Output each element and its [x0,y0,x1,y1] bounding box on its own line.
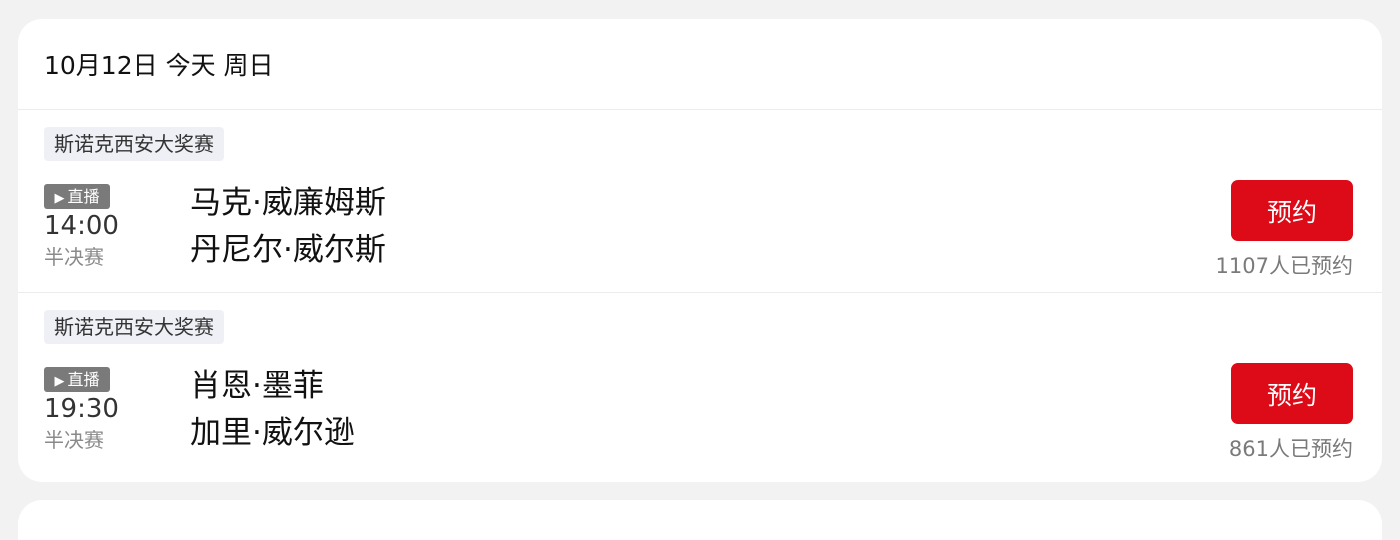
player-two-name: 加里·威尔逊 [190,415,355,451]
player-one-name: 马克·威廉姆斯 [190,185,386,221]
player-one-name: 肖恩·墨菲 [190,368,324,404]
date-header: 10月12日 今天 周日 [18,19,1382,110]
match-time: 19:30 [44,394,119,424]
live-badge: ▶ 直播 [44,184,110,209]
reserve-button[interactable]: 预约 [1231,180,1353,241]
play-icon: ▶ [54,374,65,389]
match-stage: 半决赛 [44,245,104,269]
reserve-button[interactable]: 预约 [1231,363,1353,424]
tournament-tag: 斯诺克西安大奖赛 [44,310,224,344]
live-badge-label: 直播 [67,187,100,206]
match-stage: 半决赛 [44,428,104,452]
schedule-day-card: 10月12日 今天 周日 斯诺克西安大奖赛 ▶ 直播 14:00 半决赛 马克·威… [18,19,1382,482]
reserve-count: 1107人已预约 [1215,254,1353,278]
tournament-tag: 斯诺克西安大奖赛 [44,127,224,161]
reserve-count: 861人已预约 [1228,437,1353,461]
live-badge: ▶ 直播 [44,367,110,392]
next-card [18,500,1382,540]
play-icon: ▶ [54,191,65,206]
match-item[interactable]: 斯诺克西安大奖赛 ▶ 直播 19:30 半决赛 肖恩·墨菲 加里·威尔逊 预约 8… [18,292,1382,474]
player-two-name: 丹尼尔·威尔斯 [190,232,386,268]
match-item[interactable]: 斯诺克西安大奖赛 ▶ 直播 14:00 半决赛 马克·威廉姆斯 丹尼尔·威尔斯 预… [18,110,1382,292]
match-time: 14:00 [44,211,119,241]
date-header-text: 10月12日 今天 周日 [44,51,274,80]
live-badge-label: 直播 [67,370,100,389]
